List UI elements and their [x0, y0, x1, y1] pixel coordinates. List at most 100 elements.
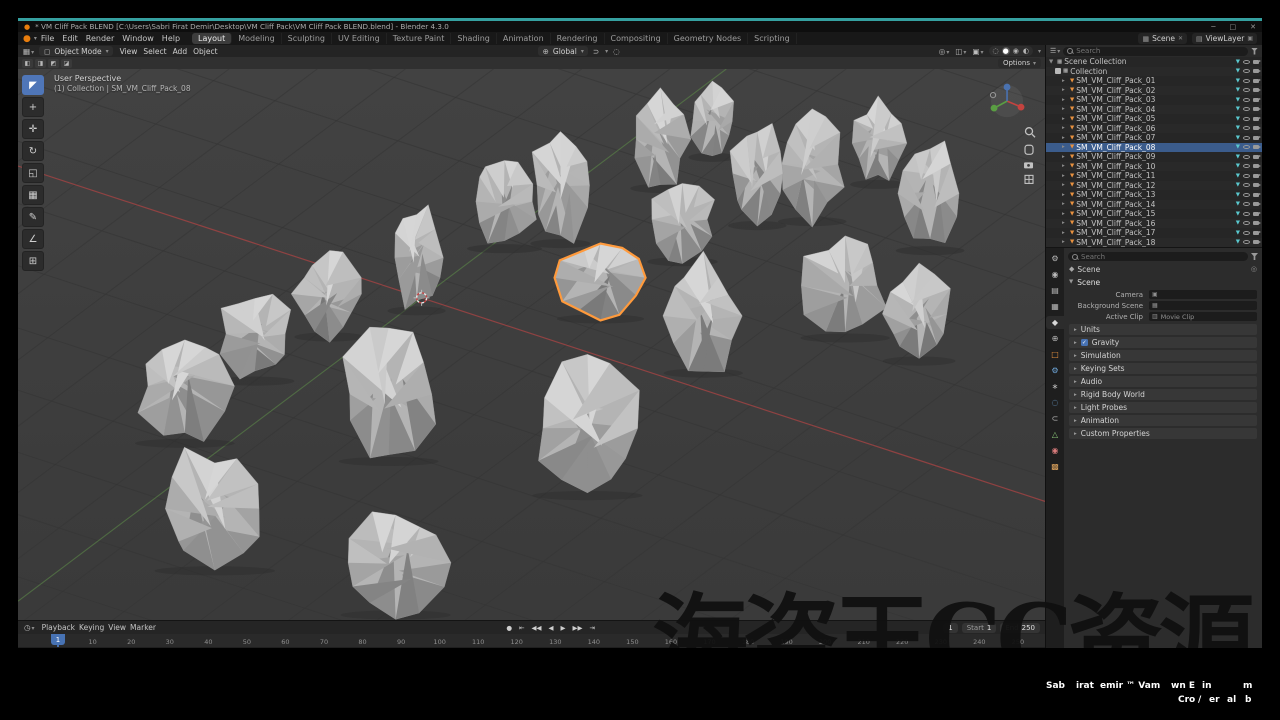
- shading-wireframe-icon[interactable]: ◌: [992, 47, 1000, 55]
- viewport-menu-select[interactable]: Select: [140, 47, 169, 56]
- viewport-3d[interactable]: ◤+✛↻◱▦✎∠⊞ User Perspective (1) Collectio…: [18, 69, 1045, 620]
- render-camera-icon[interactable]: [1253, 164, 1259, 168]
- chevron-right-icon[interactable]: ▸: [1062, 106, 1068, 112]
- section-custom-properties[interactable]: ▸Custom Properties: [1069, 428, 1257, 439]
- add-cube-tool[interactable]: ⊞: [22, 251, 44, 271]
- workspace-tab-scripting[interactable]: Scripting: [748, 33, 797, 44]
- visibility-eye-icon[interactable]: [1243, 79, 1250, 83]
- section-light-probes[interactable]: ▸Light Probes: [1069, 402, 1257, 413]
- timeline-menu-marker[interactable]: Marker: [128, 623, 158, 632]
- visibility-eye-icon[interactable]: [1243, 117, 1250, 121]
- outliner-row-mesh[interactable]: ▸▼SM_VM_Cliff_Pack_10▼: [1046, 162, 1262, 172]
- visibility-eye-icon[interactable]: [1243, 212, 1250, 216]
- maximize-icon[interactable]: □: [1230, 23, 1237, 31]
- chevron-down-icon[interactable]: ▾: [1038, 48, 1041, 55]
- render-camera-icon[interactable]: [1253, 60, 1259, 64]
- outliner-row-mesh[interactable]: ▸▼SM_VM_Cliff_Pack_02▼: [1046, 86, 1262, 96]
- render-camera-icon[interactable]: [1253, 202, 1259, 206]
- transform-tool[interactable]: ▦: [22, 185, 44, 205]
- new-layer-icon[interactable]: ▣: [1247, 35, 1253, 42]
- play-button[interactable]: ▶: [558, 624, 567, 632]
- render-camera-icon[interactable]: [1253, 107, 1259, 111]
- visibility-eye-icon[interactable]: [1243, 145, 1250, 149]
- timeline-menu-playback[interactable]: Playback: [40, 623, 77, 632]
- close-icon[interactable]: ✕: [1250, 23, 1256, 31]
- chevron-right-icon[interactable]: ▸: [1062, 97, 1068, 103]
- select-mode-invert-icon[interactable]: ◪: [61, 59, 72, 68]
- select-mode-extend-icon[interactable]: ◨: [35, 59, 46, 68]
- render-camera-icon[interactable]: [1253, 88, 1259, 92]
- properties-tab-tool[interactable]: ⚙: [1046, 252, 1064, 265]
- select-mode-subtract-icon[interactable]: ◩: [48, 59, 59, 68]
- outliner-row-collection[interactable]: ▦Collection▼: [1046, 67, 1262, 77]
- section-animation[interactable]: ▸Animation: [1069, 415, 1257, 426]
- visibility-eye-icon[interactable]: [1243, 202, 1250, 206]
- pin-icon[interactable]: ◎: [1251, 265, 1257, 273]
- measure-tool[interactable]: ∠: [22, 229, 44, 249]
- viewlayer-selector[interactable]: ▤ ViewLayer ▣: [1192, 33, 1257, 44]
- active-clip-field[interactable]: ▥Movie Clip: [1149, 312, 1257, 321]
- outliner-row-scene-collection[interactable]: ▼▦Scene Collection▼: [1046, 57, 1262, 67]
- checkbox-checked[interactable]: ✓: [1081, 339, 1088, 346]
- visibility-eye-icon[interactable]: [1243, 183, 1250, 187]
- chevron-right-icon[interactable]: ▸: [1062, 116, 1068, 122]
- timeline-menu-keying[interactable]: Keying: [77, 623, 106, 632]
- properties-tab-render[interactable]: ◉: [1046, 268, 1064, 281]
- orientation-dropdown[interactable]: ⊕ Global ▾: [538, 46, 588, 56]
- menu-help[interactable]: Help: [158, 34, 184, 43]
- shading-solid-icon[interactable]: ●: [1002, 47, 1010, 55]
- prev-keyframe-button[interactable]: ◀◀: [529, 624, 543, 632]
- filter-icon[interactable]: [1251, 253, 1258, 260]
- properties-tab-modifiers[interactable]: ⚙: [1046, 364, 1064, 377]
- viewport-menu-view[interactable]: View: [117, 47, 141, 56]
- proportional-edit-icon[interactable]: ◌: [612, 47, 621, 56]
- workspace-tab-uv-editing[interactable]: UV Editing: [332, 33, 387, 44]
- chevron-right-icon[interactable]: ▸: [1062, 125, 1068, 131]
- outliner-row-mesh[interactable]: ▸▼SM_VM_Cliff_Pack_04▼: [1046, 105, 1262, 115]
- editor-type-icon[interactable]: ◷▾: [23, 623, 36, 632]
- scene-selector[interactable]: ▦ Scene ✕: [1138, 33, 1187, 44]
- render-camera-icon[interactable]: [1253, 117, 1259, 121]
- chevron-right-icon[interactable]: ▸: [1062, 135, 1068, 141]
- section-keying-sets[interactable]: ▸Keying Sets: [1069, 363, 1257, 374]
- chevron-right-icon[interactable]: ▸: [1062, 239, 1068, 245]
- scale-tool[interactable]: ◱: [22, 163, 44, 183]
- visibility-eye-icon[interactable]: [1243, 240, 1250, 244]
- properties-tab-material[interactable]: ◉: [1046, 444, 1064, 457]
- move-tool[interactable]: ✛: [22, 119, 44, 139]
- playhead[interactable]: 1: [51, 634, 65, 645]
- render-camera-icon[interactable]: [1253, 212, 1259, 216]
- collection-checkbox[interactable]: [1055, 68, 1061, 74]
- section-rigid-body-world[interactable]: ▸Rigid Body World: [1069, 389, 1257, 400]
- mode-dropdown[interactable]: ◻ Object Mode ▾: [39, 46, 113, 56]
- jump-start-button[interactable]: ⇤: [517, 624, 526, 632]
- properties-tab-view-layer[interactable]: ▦: [1046, 300, 1064, 313]
- next-keyframe-button[interactable]: ▶▶: [570, 624, 584, 632]
- workspace-tab-texture-paint[interactable]: Texture Paint: [387, 33, 452, 44]
- render-camera-icon[interactable]: [1253, 174, 1259, 178]
- properties-tab-world[interactable]: ⊕: [1046, 332, 1064, 345]
- auto-key-icon[interactable]: ●: [504, 624, 514, 632]
- menu-window[interactable]: Window: [118, 34, 158, 43]
- section-audio[interactable]: ▸Audio: [1069, 376, 1257, 387]
- chevron-right-icon[interactable]: ▸: [1062, 78, 1068, 84]
- outliner-row-mesh[interactable]: ▸▼SM_VM_Cliff_Pack_16▼: [1046, 219, 1262, 229]
- editor-type-icon[interactable]: ▦▾: [22, 47, 35, 56]
- render-camera-icon[interactable]: [1253, 79, 1259, 83]
- scene-section-header[interactable]: ▼ Scene: [1069, 277, 1257, 287]
- workspace-tab-geometry-nodes[interactable]: Geometry Nodes: [668, 33, 748, 44]
- background-scene-field[interactable]: ▦: [1149, 301, 1257, 310]
- workspace-tab-sculpting[interactable]: Sculpting: [282, 33, 332, 44]
- shading-material-icon[interactable]: ◉: [1012, 47, 1020, 55]
- unlink-icon[interactable]: ✕: [1178, 35, 1183, 42]
- visibility-eye-icon[interactable]: [1243, 221, 1250, 225]
- chevron-right-icon[interactable]: ▸: [1062, 211, 1068, 217]
- camera-view-icon[interactable]: [1024, 162, 1033, 168]
- outliner-row-mesh[interactable]: ▸▼SM_VM_Cliff_Pack_11▼: [1046, 171, 1262, 181]
- chevron-right-icon[interactable]: ▸: [1062, 192, 1068, 198]
- visibility-eye-icon[interactable]: [1243, 231, 1250, 235]
- workspace-tab-compositing[interactable]: Compositing: [605, 33, 668, 44]
- chevron-right-icon[interactable]: ▸: [1062, 87, 1068, 93]
- render-camera-icon[interactable]: [1253, 155, 1259, 159]
- render-camera-icon[interactable]: [1253, 98, 1259, 102]
